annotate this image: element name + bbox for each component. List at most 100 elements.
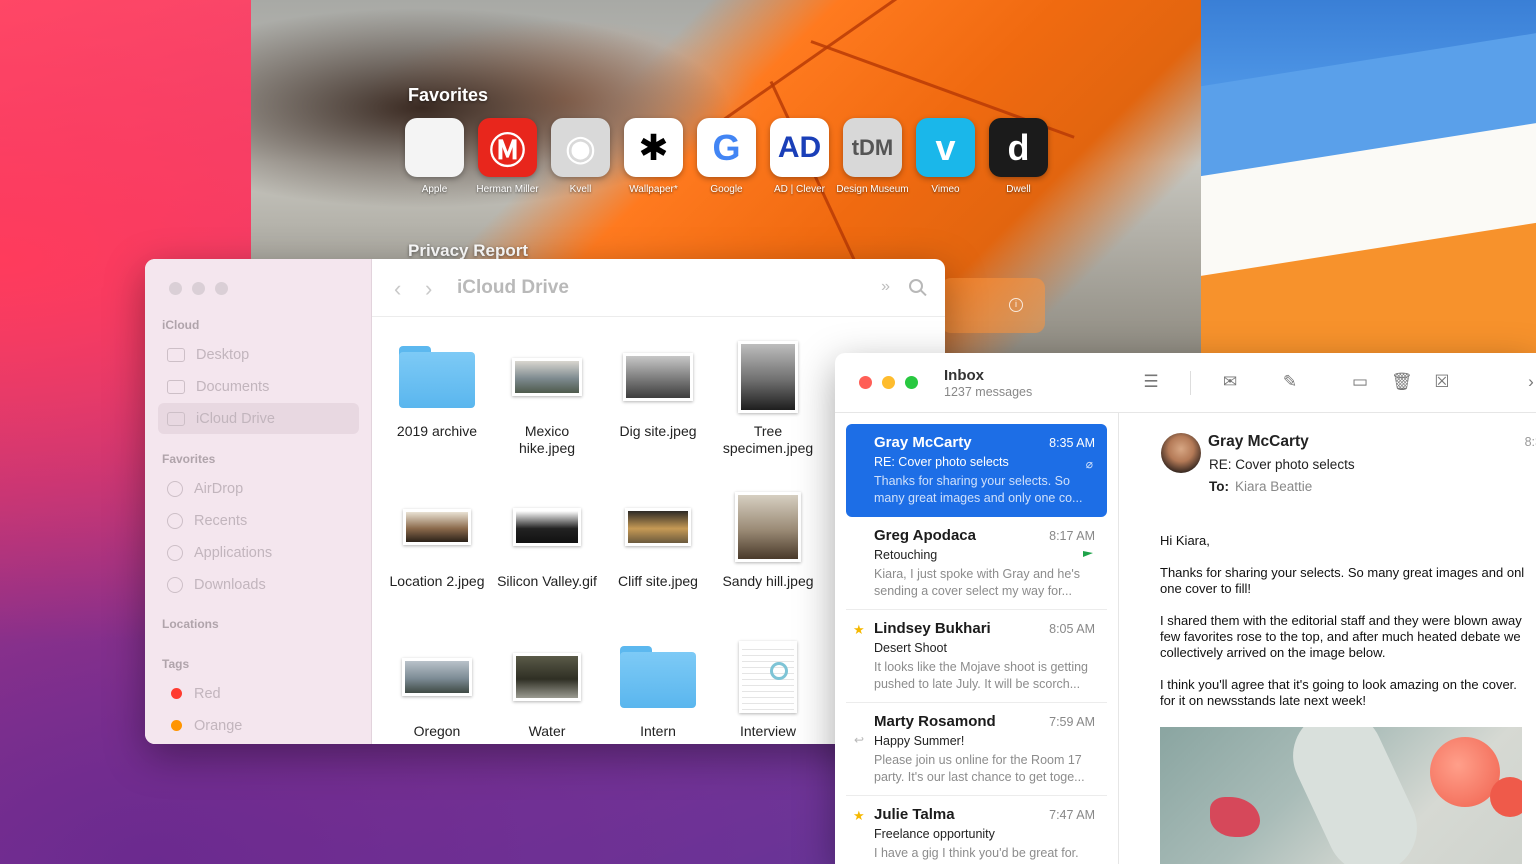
image-thumbnail	[513, 653, 581, 701]
compose-icon[interactable]: ✎	[1280, 373, 1300, 391]
junk-icon[interactable]: ☒	[1432, 373, 1452, 391]
sender-name: Gray McCarty	[1208, 433, 1309, 450]
file-item[interactable]: Mexico hike.jpeg	[492, 337, 602, 457]
message-time: 8:35 AM	[1049, 436, 1095, 450]
archive-icon[interactable]: ▭	[1350, 373, 1370, 391]
sidebar-item-label: Applications	[194, 544, 273, 561]
message-preview: I have a gig I think you'd be great for.	[874, 846, 1079, 860]
sidebar-heading-locations: Locations	[162, 617, 219, 631]
favorite-label: Dwell	[1006, 184, 1031, 195]
file-item[interactable]: Oregon	[382, 637, 492, 740]
sidebar-item-desktop[interactable]: Desktop	[158, 339, 359, 370]
favorite-tile[interactable]: Apple	[405, 118, 464, 195]
file-item[interactable]: 2019 archive	[382, 337, 492, 440]
privacy-report-card[interactable]: i	[941, 278, 1045, 333]
message-time: 8:17 AM	[1049, 529, 1095, 543]
message-time: 7:59 AM	[1049, 715, 1095, 729]
tag-red[interactable]: Red	[158, 678, 359, 709]
message-subject: RE: Cover photo selects	[874, 455, 1009, 469]
replied-icon: ↩	[854, 733, 865, 747]
favorite-tile[interactable]: ◉ Kvell	[551, 118, 610, 195]
sidebar-item-airdrop[interactable]: AirDrop	[158, 473, 359, 504]
zoom-button[interactable]	[905, 376, 918, 389]
minimize-button[interactable]	[192, 282, 205, 295]
favorite-label: Vimeo	[931, 184, 960, 195]
sidebar-item-documents[interactable]: Documents	[158, 371, 359, 402]
favorite-label: Wallpaper*	[629, 184, 678, 195]
sidebar-item-applications[interactable]: Applications	[158, 537, 359, 568]
zoom-button[interactable]	[215, 282, 228, 295]
file-name: Tree specimen.jpeg	[722, 423, 814, 456]
sidebar-item-recents[interactable]: Recents	[158, 505, 359, 536]
image-thumbnail	[403, 509, 471, 545]
message-row[interactable]: ★ Lindsey Bukhari 8:05 AM Desert Shoot It lo…	[846, 610, 1107, 703]
sidebar-item-downloads[interactable]: Downloads	[158, 569, 359, 600]
favorite-tile[interactable]: v Vimeo	[916, 118, 975, 195]
message-row[interactable]: ★ Julie Talma 7:47 AM Freelance opportunity…	[846, 796, 1107, 864]
file-name: Sandy hill.jpeg	[722, 573, 814, 589]
sidebar-item-label: Downloads	[194, 576, 266, 593]
search-icon[interactable]	[909, 279, 923, 293]
file-item[interactable]: Water	[492, 637, 602, 740]
trash-icon[interactable]: 🗑	[1391, 373, 1413, 391]
file-name: Dig site.jpeg	[619, 423, 697, 439]
downloads-icon	[167, 576, 183, 593]
file-thumbnail	[608, 487, 708, 567]
file-item[interactable]: Dig site.jpeg	[603, 337, 713, 440]
favorite-tile[interactable]: d Dwell	[989, 118, 1048, 195]
sidebar-item-icloud-drive[interactable]: iCloud Drive	[158, 403, 359, 434]
image-thumbnail	[623, 353, 693, 401]
tag-orange[interactable]: Orange	[158, 710, 359, 741]
file-item[interactable]: Cliff site.jpeg	[603, 487, 713, 590]
file-name: Intern	[640, 723, 676, 739]
message-row[interactable]: Greg Apodaca 8:17 AM Retouching Kiara, I ju…	[846, 517, 1107, 610]
favorite-tile[interactable]: G Google	[697, 118, 756, 195]
back-arrow-icon[interactable]: ‹	[394, 276, 401, 302]
close-button[interactable]	[169, 282, 182, 295]
file-thumbnail	[387, 487, 487, 567]
attached-image[interactable]	[1160, 727, 1522, 864]
get-mail-icon[interactable]: ✉	[1220, 373, 1240, 391]
mailbox-title: Inbox	[944, 367, 984, 384]
file-thumbnail	[608, 637, 708, 717]
message-row[interactable]: Gray McCarty 8:35 AM RE: Cover photo selec…	[846, 424, 1107, 517]
to-label: To:	[1209, 479, 1229, 494]
file-item[interactable]: Sandy hill.jpeg	[713, 487, 823, 590]
tag-label: Red	[194, 685, 221, 702]
message-time: 7:47 AM	[1049, 808, 1095, 822]
more-chevrons-icon[interactable]: »	[881, 278, 890, 296]
file-name: Oregon	[413, 723, 461, 739]
file-item[interactable]: Interview	[713, 637, 823, 740]
file-item[interactable]: Location 2.jpeg	[382, 487, 492, 590]
favorite-tile[interactable]: tDM Design Museum	[836, 118, 909, 195]
file-thumbnail	[387, 337, 487, 417]
herman-miller-icon: Ⓜ	[478, 118, 537, 177]
close-button[interactable]	[859, 376, 872, 389]
forward-arrow-icon[interactable]: ›	[425, 276, 432, 302]
design-museum-icon: tDM	[843, 118, 902, 177]
sidebar-item-label: Recents	[194, 512, 248, 529]
sidebar-heading-favorites: Favorites	[162, 452, 216, 466]
file-thumbnail	[497, 337, 597, 417]
favorites-title: Favorites	[408, 85, 489, 105]
favorite-tile[interactable]: Ⓜ Herman Miller	[476, 118, 539, 195]
finder-sidebar: iCloud Desktop Documents iCloud Drive Favo…	[145, 259, 372, 744]
finder-toolbar: ‹ › iCloud Drive »	[372, 259, 945, 317]
message-preview: Please join us online for the Room 17 pa…	[874, 753, 1085, 784]
message-time: 8:3	[1524, 435, 1536, 449]
file-item[interactable]: Tree specimen.jpeg	[713, 337, 823, 457]
file-item[interactable]: Intern	[603, 637, 713, 740]
more-icon[interactable]: ›	[1521, 373, 1536, 391]
file-item[interactable]: Silicon Valley.gif	[492, 487, 602, 590]
favorite-tile[interactable]: ✱ Wallpaper*	[624, 118, 683, 195]
filter-icon[interactable]: ☰	[1141, 373, 1161, 391]
message-row[interactable]: ↩ Marty Rosamond 7:59 AM Happy Summer! Pleas…	[846, 703, 1107, 796]
file-name: 2019 archive	[396, 423, 478, 439]
sidebar-heading-icloud: iCloud	[162, 318, 200, 332]
mail-toolbar: Inbox 1237 messages ☰ ✉ ✎ ▭ 🗑 ☒ ›	[835, 353, 1536, 413]
image-thumbnail	[735, 492, 801, 562]
minimize-button[interactable]	[882, 376, 895, 389]
file-name: Water	[528, 723, 566, 739]
favorite-tile[interactable]: AD AD | Clever	[770, 118, 829, 195]
image-thumbnail	[402, 658, 472, 696]
